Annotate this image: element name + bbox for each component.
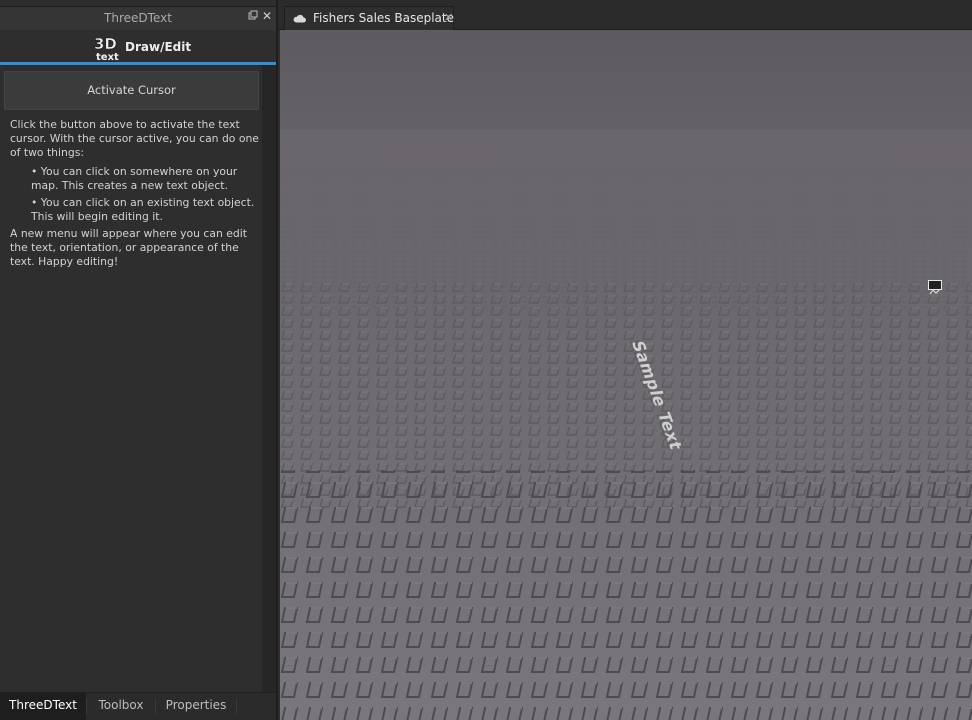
help-item: • You can click on somewhere on your map… xyxy=(31,165,238,192)
help-intro: Click the button above to activate the t… xyxy=(10,118,259,159)
logo-3d: 3D xyxy=(94,35,117,53)
help-outro: A new menu will appear where you can edi… xyxy=(10,227,247,268)
tab-fishers-sales-baseplate[interactable]: Fishers Sales Baseplate ✕ xyxy=(284,6,454,30)
tab-properties[interactable]: Properties xyxy=(156,693,236,720)
baseplate-scene xyxy=(280,30,972,720)
threedtext-logo: 3D text xyxy=(94,35,119,61)
dock-icon[interactable] xyxy=(248,10,258,24)
activate-cursor-button[interactable]: Activate Cursor xyxy=(4,71,259,110)
panel-titlebar: ThreeDText ✕ xyxy=(0,6,276,30)
tab-threedtext[interactable]: ThreeDText xyxy=(0,693,86,720)
3d-viewport[interactable] xyxy=(280,30,972,720)
panel-title: ThreeDText xyxy=(104,11,172,25)
text-cursor-icon xyxy=(928,280,942,295)
document-tab-bar: Fishers Sales Baseplate ✕ xyxy=(278,0,972,30)
studio-window: ThreeDText ✕ 3D text Draw/Edit Activate … xyxy=(0,0,972,720)
help-text: Click the button above to activate the t… xyxy=(10,118,260,269)
close-tab-icon[interactable]: ✕ xyxy=(444,11,453,24)
help-list: • You can click on somewhere on your map… xyxy=(31,165,260,224)
panel-scrollbar-track[interactable] xyxy=(262,65,276,692)
cloud-icon xyxy=(293,14,306,23)
draw-edit-label: Draw/Edit xyxy=(125,40,192,54)
threedtext-panel: ThreeDText ✕ 3D text Draw/Edit Activate … xyxy=(0,0,278,720)
header-accent-bar xyxy=(0,62,276,65)
tab-toolbox[interactable]: Toolbox xyxy=(87,693,155,720)
tab-separator xyxy=(236,698,237,714)
help-item: • You can click on an existing text obje… xyxy=(31,196,255,223)
plugin-header: 3D text Draw/Edit xyxy=(0,31,276,63)
bottom-tab-bar: ThreeDText Toolbox Properties xyxy=(0,692,276,720)
document-title: Fishers Sales Baseplate xyxy=(313,11,454,25)
logo-text: text xyxy=(96,52,119,61)
close-panel-icon[interactable]: ✕ xyxy=(262,9,272,23)
